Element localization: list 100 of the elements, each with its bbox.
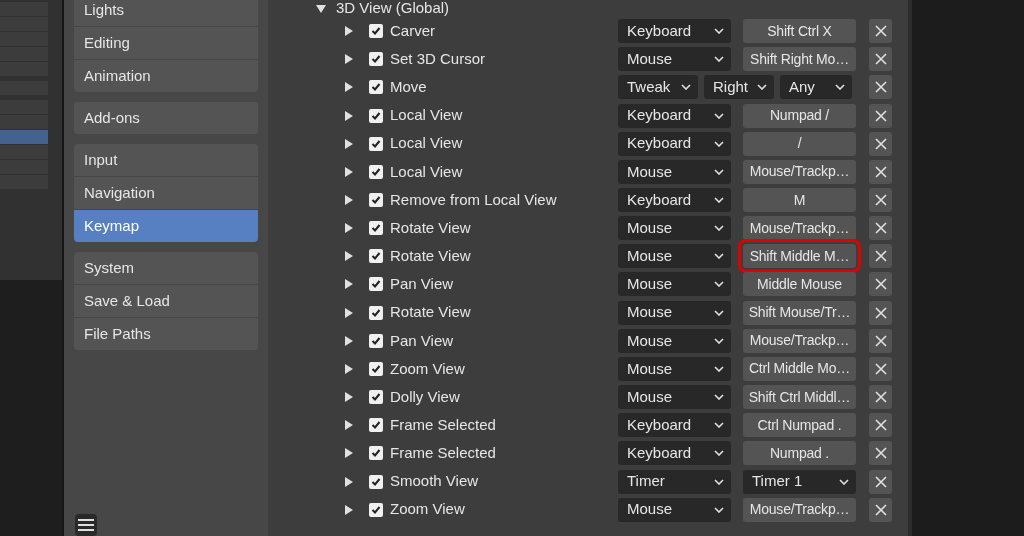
checkbox[interactable] bbox=[369, 52, 383, 67]
dropdown[interactable]: Mouse bbox=[618, 159, 731, 184]
sidebar-item[interactable]: Navigation bbox=[74, 177, 258, 209]
checkbox[interactable] bbox=[369, 390, 383, 405]
expanded-arrow-icon[interactable] bbox=[316, 3, 326, 14]
dropdown[interactable]: Any bbox=[780, 75, 852, 100]
dropdown[interactable]: Mouse bbox=[618, 497, 731, 522]
menu-icon[interactable] bbox=[75, 514, 97, 536]
dropdown[interactable]: Mouse bbox=[618, 385, 731, 410]
checkbox[interactable] bbox=[369, 418, 383, 433]
checkbox[interactable] bbox=[369, 221, 383, 236]
sidebar-item[interactable]: Save & Load bbox=[74, 285, 258, 317]
dropdown[interactable]: Mouse bbox=[618, 328, 731, 353]
collapsed-arrow-icon[interactable] bbox=[344, 138, 354, 149]
key-button[interactable]: Shift Right Mo… bbox=[743, 47, 856, 72]
dropdown[interactable]: Timer bbox=[618, 469, 731, 494]
remove-button[interactable] bbox=[869, 131, 892, 156]
key-button[interactable]: Middle Mouse bbox=[743, 272, 856, 297]
sidebar-item[interactable]: Keymap bbox=[74, 210, 258, 242]
collapsed-arrow-icon[interactable] bbox=[344, 195, 354, 205]
dropdown[interactable]: Timer 1 bbox=[743, 469, 856, 494]
dropdown[interactable]: Mouse bbox=[618, 216, 731, 241]
collapsed-arrow-icon[interactable] bbox=[344, 335, 354, 346]
dropdown[interactable]: Right bbox=[704, 75, 774, 100]
sidebar-item[interactable]: Animation bbox=[74, 60, 258, 92]
checkbox[interactable] bbox=[369, 305, 383, 320]
collapsed-arrow-icon[interactable] bbox=[344, 363, 354, 374]
checkbox[interactable] bbox=[369, 24, 383, 39]
checkbox[interactable] bbox=[369, 164, 383, 179]
key-button[interactable]: Ctrl Numpad . bbox=[743, 413, 856, 438]
key-button[interactable]: Mouse/Trackp… bbox=[743, 216, 856, 241]
key-button[interactable]: Mouse/Trackp… bbox=[743, 328, 856, 353]
remove-button[interactable] bbox=[869, 441, 892, 466]
sidebar-item[interactable]: File Paths bbox=[74, 318, 258, 350]
remove-button[interactable] bbox=[869, 272, 892, 297]
checkbox[interactable] bbox=[369, 446, 383, 461]
checkbox[interactable] bbox=[369, 502, 383, 517]
dropdown[interactable]: Keyboard bbox=[618, 103, 731, 128]
sidebar-item[interactable]: Editing bbox=[74, 27, 258, 59]
dropdown[interactable]: Keyboard bbox=[618, 441, 731, 466]
dropdown[interactable]: Mouse bbox=[618, 272, 731, 297]
collapsed-arrow-icon[interactable] bbox=[344, 307, 354, 318]
remove-button[interactable] bbox=[869, 19, 892, 44]
checkbox[interactable] bbox=[369, 333, 383, 348]
remove-button[interactable] bbox=[869, 216, 892, 241]
collapsed-arrow-icon[interactable] bbox=[344, 26, 354, 37]
collapsed-arrow-icon[interactable] bbox=[344, 54, 354, 65]
collapsed-arrow-icon[interactable] bbox=[344, 82, 354, 93]
checkbox[interactable] bbox=[369, 136, 383, 151]
dropdown[interactable]: Keyboard bbox=[618, 19, 731, 44]
dropdown[interactable]: Keyboard bbox=[618, 413, 731, 438]
remove-button[interactable] bbox=[869, 413, 892, 438]
key-button[interactable]: Mouse/Trackp… bbox=[743, 159, 856, 184]
collapsed-arrow-icon[interactable] bbox=[344, 166, 354, 177]
checkbox[interactable] bbox=[369, 249, 383, 264]
key-button[interactable]: Numpad . bbox=[743, 441, 856, 466]
remove-button[interactable] bbox=[869, 356, 892, 381]
dropdown[interactable]: Mouse bbox=[618, 244, 731, 269]
key-button[interactable]: Shift Ctrl X bbox=[743, 19, 856, 44]
collapsed-arrow-icon[interactable] bbox=[344, 504, 354, 515]
collapsed-arrow-icon[interactable] bbox=[344, 279, 354, 290]
collapsed-arrow-icon[interactable] bbox=[344, 251, 354, 262]
remove-button[interactable] bbox=[869, 328, 892, 353]
collapsed-arrow-icon[interactable] bbox=[344, 476, 354, 487]
key-button[interactable]: Shift Ctrl Middl… bbox=[743, 385, 856, 410]
remove-button[interactable] bbox=[869, 244, 892, 269]
dropdown[interactable]: Mouse bbox=[618, 47, 731, 72]
collapsed-arrow-icon[interactable] bbox=[344, 392, 354, 403]
dropdown[interactable]: Mouse bbox=[618, 300, 731, 325]
sidebar-item[interactable]: Input bbox=[74, 144, 258, 176]
key-button[interactable]: / bbox=[743, 131, 856, 156]
remove-button[interactable] bbox=[869, 300, 892, 325]
collapsed-arrow-icon[interactable] bbox=[344, 110, 354, 121]
remove-button[interactable] bbox=[869, 497, 892, 522]
dropdown[interactable]: Keyboard bbox=[618, 131, 731, 156]
remove-button[interactable] bbox=[869, 159, 892, 184]
checkbox[interactable] bbox=[369, 474, 383, 489]
sidebar-item[interactable]: System bbox=[74, 252, 258, 284]
key-button[interactable]: M bbox=[743, 188, 856, 212]
remove-button[interactable] bbox=[869, 385, 892, 410]
collapsed-arrow-icon[interactable] bbox=[344, 448, 354, 459]
checkbox[interactable] bbox=[369, 108, 383, 123]
remove-button[interactable] bbox=[869, 75, 892, 100]
remove-button[interactable] bbox=[869, 103, 892, 128]
key-button[interactable]: Mouse/Trackp… bbox=[743, 497, 856, 522]
checkbox[interactable] bbox=[369, 193, 383, 207]
remove-button[interactable] bbox=[869, 469, 892, 494]
checkbox[interactable] bbox=[369, 361, 383, 376]
dropdown[interactable]: Keyboard bbox=[618, 188, 731, 212]
collapsed-arrow-icon[interactable] bbox=[344, 223, 354, 234]
dropdown[interactable]: Mouse bbox=[618, 356, 731, 381]
remove-button[interactable] bbox=[869, 188, 892, 212]
checkbox[interactable] bbox=[369, 80, 383, 95]
collapsed-arrow-icon[interactable] bbox=[344, 420, 354, 431]
dropdown[interactable]: Tweak bbox=[618, 75, 698, 100]
sidebar-item[interactable]: Add-ons bbox=[74, 102, 258, 134]
sidebar-item[interactable]: Lights bbox=[74, 0, 258, 26]
key-button[interactable]: Ctrl Middle Mo… bbox=[743, 356, 856, 381]
key-button[interactable]: Numpad / bbox=[743, 103, 856, 128]
checkbox[interactable] bbox=[369, 277, 383, 292]
